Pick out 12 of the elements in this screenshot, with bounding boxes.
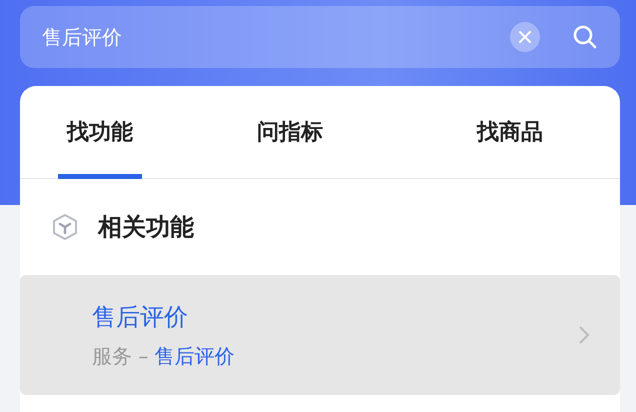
result-title: 售后评价 [92,302,189,332]
clear-button[interactable] [510,22,540,52]
tab[interactable]: 找功能 [20,86,180,178]
chevron-right-icon [578,325,590,345]
cube-icon [52,213,78,241]
result-path: 服务 – 售后评价 [92,342,236,370]
search-icon[interactable] [572,24,598,50]
section-title: 相关功能 [98,212,194,243]
tab[interactable]: 问指标 [180,86,400,178]
tab[interactable]: 找商品 [400,86,620,178]
result-item[interactable]: 售后评价 服务 – 售后评价 [20,275,620,395]
close-icon [518,30,532,44]
